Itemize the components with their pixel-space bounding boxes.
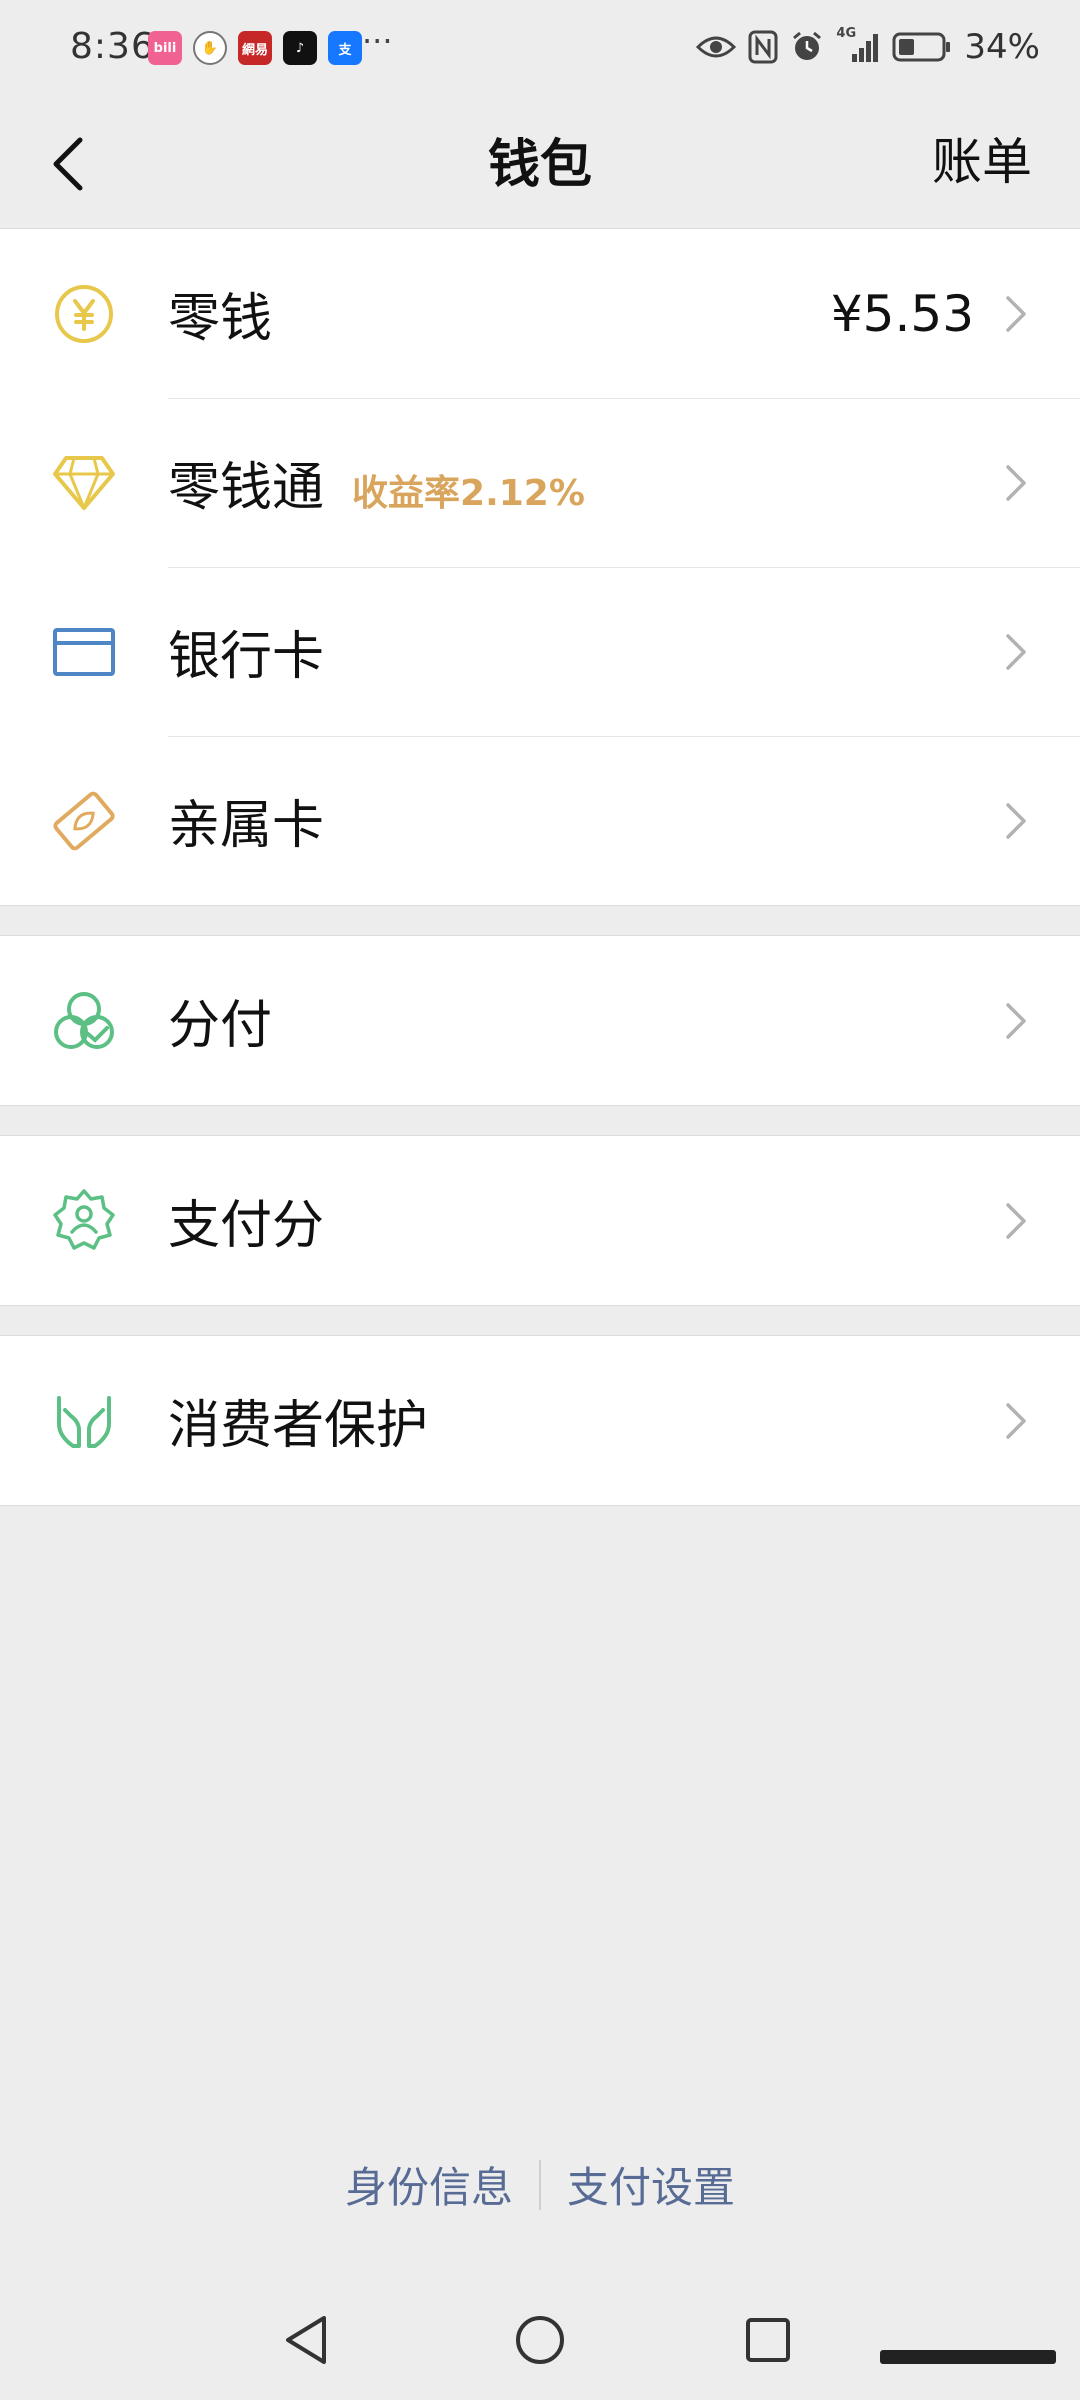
pay-settings-link[interactable]: 支付设置 [567,2154,735,2215]
row-label-consumer-protection: 消费者保护 [168,1396,429,1456]
pay-score-badge-icon [50,1187,118,1255]
row-label-lingqiantong: 零钱通 收益率2.12% [168,445,585,520]
chevron-right-icon [1006,802,1026,839]
list-item-consumer-protection[interactable]: 消费者保护 [0,1336,1080,1505]
system-navigation-bar [0,2290,1080,2400]
footer-links: 身份信息 支付设置 [0,2154,1080,2215]
wallet-group-fenfu: 分付 [0,935,1080,1106]
bank-card-icon [50,618,118,686]
installment-circles-icon [50,987,118,1055]
footer-divider [539,2159,541,2210]
wallet-group-pay-score: 支付分 [0,1135,1080,1306]
identity-info-link[interactable]: 身份信息 [345,2154,513,2215]
cellular-signal-icon: 4G [836,26,880,64]
status-more-icon: ··· [362,22,393,60]
status-indicators: 4G 34% [696,26,1040,67]
chevron-right-icon [1006,1202,1026,1239]
list-item-lingqiantong[interactable]: 零钱通 收益率2.12% [0,398,1080,567]
row-label-change: 零钱 [168,289,273,349]
eye-icon [696,36,737,58]
chevron-right-icon [1006,1402,1026,1439]
chevron-right-icon [1006,464,1026,501]
list-item-fenfu[interactable]: 分付 [0,936,1080,1105]
system-back-icon[interactable] [278,2310,338,2370]
alarm-icon [793,31,822,60]
list-item-change[interactable]: 零钱 ¥5.53 [0,229,1080,398]
alipay-app-icon: 支 [328,31,362,65]
tiktok-app-icon: ♪ [283,31,317,65]
navigation-bar: 钱包 账单 [0,100,1080,228]
battery-icon [892,32,951,62]
list-item-family-card[interactable]: 亲属卡 [0,736,1080,905]
list-item-pay-score[interactable]: 支付分 [0,1136,1080,1305]
status-bar: 8:36 bili ✋ 網易 ♪ 支 ··· 4G 34% [0,0,1080,100]
list-item-bank-card[interactable]: 银行卡 [0,567,1080,736]
chevron-right-icon [1006,1002,1026,1039]
protection-hands-icon [50,1387,118,1455]
battery-percentage: 34% [964,27,1040,67]
system-home-icon[interactable] [510,2310,570,2370]
gesture-handle [880,2350,1056,2364]
nfc-icon [748,30,778,64]
system-recents-icon[interactable] [738,2310,798,2370]
hand-app-icon: ✋ [193,31,227,65]
chevron-right-icon [1006,295,1026,332]
diamond-icon [50,449,118,517]
row-label-pay-score: 支付分 [168,1196,325,1256]
family-card-icon [50,787,118,855]
row-label-bank-card: 银行卡 [168,627,325,687]
wallet-group-assets: 零钱 ¥5.53 零钱通 收益率2.12% 银行卡 亲属卡 [0,228,1080,906]
bill-button[interactable]: 账单 [932,122,1032,194]
yield-rate-tag: 收益率2.12% [352,473,585,514]
page-title: 钱包 [487,135,592,195]
chevron-right-icon [1006,633,1026,670]
netease-news-app-icon: 網易 [238,31,272,65]
status-time: 8:36 [70,26,155,67]
yuan-coin-icon [50,280,118,348]
row-label-family-card: 亲属卡 [168,796,325,856]
lingqiantong-label: 零钱通 [168,458,325,518]
notification-app-icons: bili ✋ 網易 ♪ 支 [148,31,362,65]
change-balance: ¥5.53 [830,284,974,343]
bilibili-app-icon: bili [148,31,182,65]
wallet-group-protection: 消费者保护 [0,1335,1080,1506]
row-label-fenfu: 分付 [168,996,273,1056]
